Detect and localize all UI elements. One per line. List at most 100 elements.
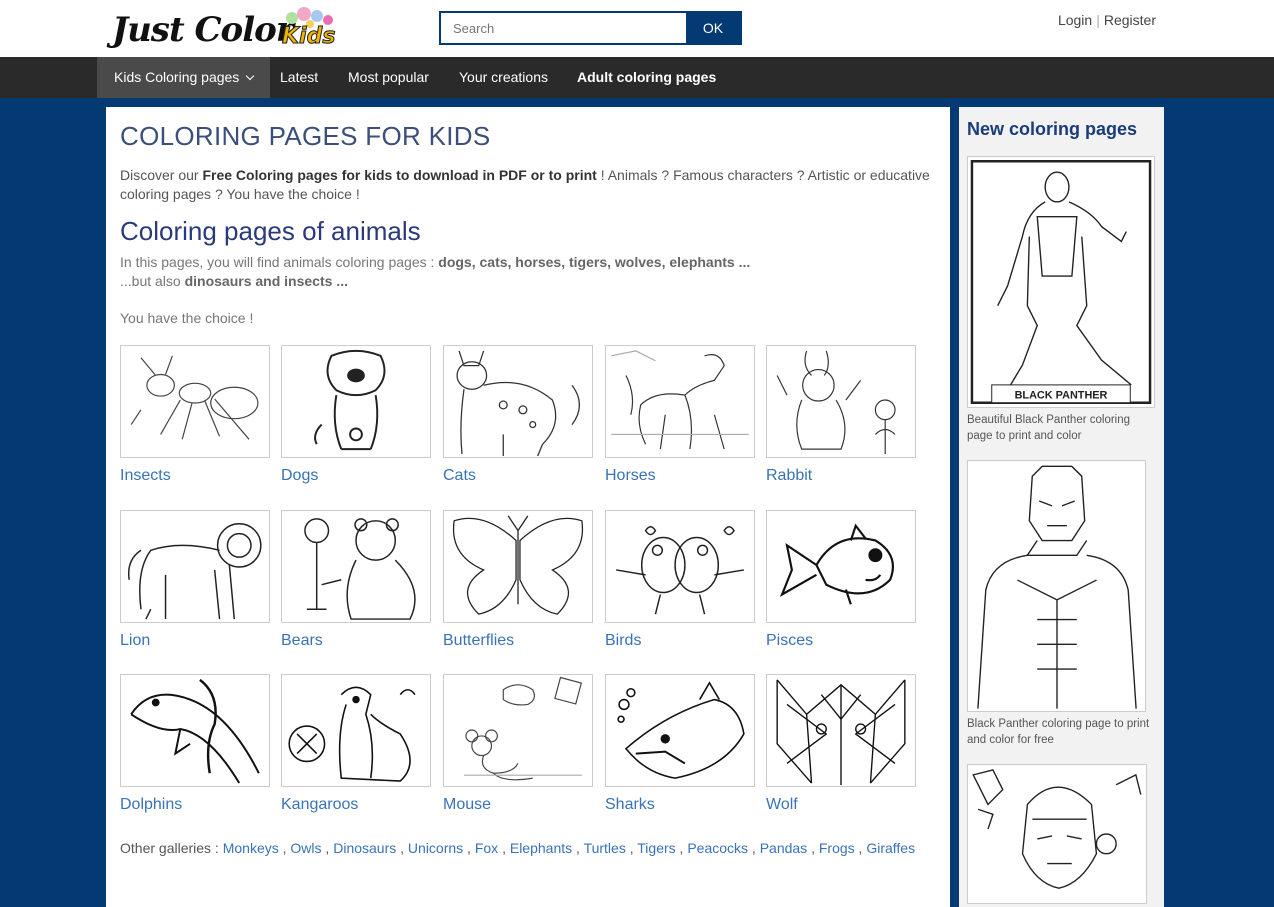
- search-input[interactable]: [441, 13, 686, 43]
- category-card-insects[interactable]: Insects: [120, 345, 270, 495]
- gallery-link-frogs[interactable]: Frogs: [819, 840, 855, 856]
- page-title: COLORING PAGES FOR KIDS: [120, 121, 491, 151]
- search-button[interactable]: OK: [686, 13, 740, 43]
- black-panther-bust-drawing-icon: [977, 465, 1137, 709]
- nav-adult-coloring-pages[interactable]: Adult coloring pages: [577, 57, 716, 98]
- sidebar-thumbnail[interactable]: [967, 460, 1146, 712]
- sidebar-item[interactable]: BLACK PANTHER Beautiful Black Panther co…: [967, 156, 1156, 444]
- intro-text: Discover our Free Coloring pages for kid…: [120, 166, 930, 204]
- other-galleries: Other galleries : Monkeys , Owls , Dinos…: [120, 840, 915, 856]
- category-label[interactable]: Birds: [605, 632, 755, 650]
- login-link[interactable]: Login: [1058, 12, 1092, 28]
- category-label[interactable]: Lion: [120, 632, 270, 650]
- horses-thumbnail[interactable]: [605, 345, 755, 458]
- category-card-wolf[interactable]: Wolf: [766, 674, 916, 824]
- wolf-thumbnail[interactable]: [766, 674, 916, 787]
- sidebar-item[interactable]: [967, 764, 1156, 904]
- category-card-birds[interactable]: Birds: [605, 510, 755, 660]
- category-label[interactable]: Insects: [120, 467, 270, 485]
- site-logo[interactable]: Just Color Kids: [112, 6, 342, 54]
- black-panther-label: BLACK PANTHER: [1015, 390, 1108, 402]
- nav-latest[interactable]: Latest: [280, 57, 318, 98]
- dolphin-drawing-icon: [130, 678, 260, 784]
- separator: ,: [625, 840, 638, 856]
- sidebar-thumbnail[interactable]: BLACK PANTHER: [967, 156, 1155, 408]
- birds-thumbnail[interactable]: [605, 510, 755, 623]
- category-card-dolphins[interactable]: Dolphins: [120, 674, 270, 824]
- sidebar-item[interactable]: Black Panther coloring page to print and…: [967, 460, 1156, 748]
- kangaroo-drawing-icon: [288, 686, 416, 782]
- category-label[interactable]: Rabbit: [766, 467, 916, 485]
- chevron-down-icon: [246, 71, 255, 81]
- category-label[interactable]: Butterflies: [443, 632, 593, 650]
- gallery-link-unicorns[interactable]: Unicorns: [408, 840, 463, 856]
- section-line-2-bold: dinosaurs and insects ...: [184, 273, 348, 289]
- category-label[interactable]: Wolf: [766, 796, 916, 814]
- separator: ,: [807, 840, 819, 856]
- rabbit-drawing-icon: [776, 350, 896, 455]
- butterflies-thumbnail[interactable]: [443, 510, 593, 623]
- section-title: Coloring pages of animals: [120, 216, 421, 246]
- nav-kids-coloring-pages[interactable]: Kids Coloring pages: [97, 57, 271, 98]
- category-card-butterflies[interactable]: Butterflies: [443, 510, 593, 660]
- sharks-thumbnail[interactable]: [605, 674, 755, 787]
- category-card-sharks[interactable]: Sharks: [605, 674, 755, 824]
- category-label[interactable]: Sharks: [605, 796, 755, 814]
- horse-drawing-icon: [611, 350, 749, 450]
- bears-thumbnail[interactable]: [281, 510, 431, 623]
- category-card-bears[interactable]: Bears: [281, 510, 431, 660]
- register-link[interactable]: Register: [1104, 12, 1156, 28]
- mouse-thumbnail[interactable]: [443, 674, 593, 787]
- category-label[interactable]: Horses: [605, 467, 755, 485]
- category-label[interactable]: Kangaroos: [281, 796, 431, 814]
- category-card-dogs[interactable]: Dogs: [281, 345, 431, 495]
- nav-most-popular[interactable]: Most popular: [348, 57, 429, 98]
- sidebar: New coloring pages BLACK PANTHER Beautif…: [959, 107, 1164, 907]
- lion-thumbnail[interactable]: [120, 510, 270, 623]
- sidebar-caption[interactable]: Black Panther coloring page to print and…: [967, 716, 1156, 748]
- section-line-2-pre: ...but also: [120, 273, 185, 289]
- category-card-pisces[interactable]: Pisces: [766, 510, 916, 660]
- dolphins-thumbnail[interactable]: [120, 674, 270, 787]
- dogs-thumbnail[interactable]: [281, 345, 431, 458]
- separator: ,: [675, 840, 688, 856]
- category-card-horses[interactable]: Horses: [605, 345, 755, 495]
- category-card-mouse[interactable]: Mouse: [443, 674, 593, 824]
- separator: ,: [572, 840, 584, 856]
- cats-thumbnail[interactable]: [443, 345, 593, 458]
- main-nav: Kids Coloring pages Latest Most popular …: [0, 57, 1274, 98]
- gallery-link-owls[interactable]: Owls: [290, 840, 321, 856]
- gallery-link-tigers[interactable]: Tigers: [637, 840, 675, 856]
- sidebar-caption[interactable]: Beautiful Black Panther coloring page to…: [967, 412, 1156, 444]
- gallery-link-fox[interactable]: Fox: [475, 840, 498, 856]
- butterfly-drawing-icon: [452, 515, 584, 615]
- category-label[interactable]: Dolphins: [120, 796, 270, 814]
- category-card-cats[interactable]: Cats: [443, 345, 593, 495]
- gallery-link-elephants[interactable]: Elephants: [510, 840, 572, 856]
- category-card-lion[interactable]: Lion: [120, 510, 270, 660]
- search-form: OK: [439, 11, 742, 45]
- gallery-link-pandas[interactable]: Pandas: [760, 840, 807, 856]
- insects-thumbnail[interactable]: [120, 345, 270, 458]
- gallery-link-giraffes[interactable]: Giraffes: [866, 840, 915, 856]
- rabbit-thumbnail[interactable]: [766, 345, 916, 458]
- category-label[interactable]: Bears: [281, 632, 431, 650]
- kangaroos-thumbnail[interactable]: [281, 674, 431, 787]
- category-label[interactable]: Cats: [443, 467, 593, 485]
- lion-drawing-icon: [127, 523, 262, 620]
- nav-your-creations[interactable]: Your creations: [459, 57, 548, 98]
- gallery-link-turtles[interactable]: Turtles: [584, 840, 626, 856]
- separator: ,: [396, 840, 408, 856]
- sidebar-thumbnail[interactable]: [967, 764, 1147, 904]
- category-card-kangaroos[interactable]: Kangaroos: [281, 674, 431, 824]
- gallery-link-peacocks[interactable]: Peacocks: [687, 840, 748, 856]
- category-label[interactable]: Dogs: [281, 467, 431, 485]
- gallery-link-dinosaurs[interactable]: Dinosaurs: [333, 840, 396, 856]
- category-label[interactable]: Mouse: [443, 796, 593, 814]
- pisces-thumbnail[interactable]: [766, 510, 916, 623]
- category-label[interactable]: Pisces: [766, 632, 916, 650]
- intro-pre: Discover our: [120, 167, 203, 183]
- bear-drawing-icon: [304, 518, 416, 620]
- category-card-rabbit[interactable]: Rabbit: [766, 345, 916, 495]
- gallery-link-monkeys[interactable]: Monkeys: [223, 840, 279, 856]
